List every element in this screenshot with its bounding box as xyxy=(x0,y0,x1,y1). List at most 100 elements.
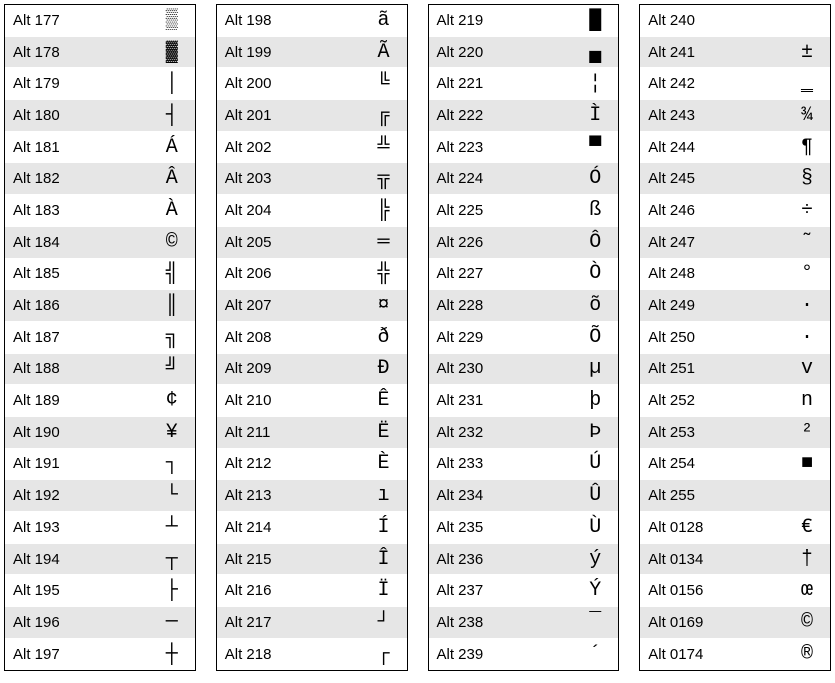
symbol-cell: ▒ xyxy=(149,9,195,32)
alt-code-label: Alt 210 xyxy=(217,392,361,409)
table-row: Alt 187╗ xyxy=(5,322,195,354)
table-row: Alt 241± xyxy=(640,37,830,69)
symbol-cell: ¾ xyxy=(784,104,830,127)
alt-code-label: Alt 207 xyxy=(217,297,361,314)
alt-code-table: Alt 177▒Alt 178▓Alt 179│Alt 180┤Alt 181Á… xyxy=(4,4,831,671)
symbol-cell: ╦ xyxy=(361,167,407,190)
symbol-cell: ▄ xyxy=(572,41,618,64)
alt-code-label: Alt 214 xyxy=(217,519,361,536)
symbol-cell: ╩ xyxy=(361,136,407,159)
alt-code-label: Alt 250 xyxy=(640,329,784,346)
symbol-cell: þ xyxy=(572,389,618,412)
alt-code-label: Alt 224 xyxy=(429,170,573,187)
alt-code-label: Alt 229 xyxy=(429,329,573,346)
alt-code-label: Alt 217 xyxy=(217,614,361,631)
symbol-cell: ÷ xyxy=(784,199,830,222)
symbol-cell: ¤ xyxy=(361,294,407,317)
table-row: Alt 226Ô xyxy=(429,227,619,259)
table-row: Alt 223▀ xyxy=(429,132,619,164)
symbol-cell: À xyxy=(149,199,195,222)
alt-code-label: Alt 236 xyxy=(429,551,573,568)
table-row: Alt 251v xyxy=(640,354,830,386)
table-row: Alt 198ã xyxy=(217,5,407,37)
symbol-cell: ® xyxy=(784,643,830,666)
alt-code-label: Alt 220 xyxy=(429,44,573,61)
alt-code-label: Alt 181 xyxy=(5,139,149,156)
table-row: Alt 0174® xyxy=(640,639,830,671)
table-row: Alt 248° xyxy=(640,259,830,291)
symbol-cell: ╗ xyxy=(149,326,195,349)
alt-code-label: Alt 218 xyxy=(217,646,361,663)
table-row: Alt 205═ xyxy=(217,227,407,259)
symbol-cell: Í xyxy=(361,516,407,539)
table-row: Alt 238¯ xyxy=(429,607,619,639)
table-row: Alt 189¢ xyxy=(5,385,195,417)
alt-code-label: Alt 205 xyxy=(217,234,361,251)
symbol-cell: µ xyxy=(572,357,618,380)
symbol-cell: ± xyxy=(784,41,830,64)
symbol-cell: ¢ xyxy=(149,389,195,412)
symbol-cell: Ù xyxy=(572,516,618,539)
alt-code-label: Alt 200 xyxy=(217,75,361,92)
symbol-cell: │ xyxy=(149,72,195,95)
symbol-cell: ║ xyxy=(149,294,195,317)
table-row: Alt 252n xyxy=(640,385,830,417)
alt-code-label: Alt 185 xyxy=(5,265,149,282)
alt-code-label: Alt 228 xyxy=(429,297,573,314)
symbol-cell: ß xyxy=(572,199,618,222)
alt-code-label: Alt 212 xyxy=(217,455,361,472)
table-row: Alt 191┐ xyxy=(5,449,195,481)
alt-code-label: Alt 253 xyxy=(640,424,784,441)
alt-code-label: Alt 0156 xyxy=(640,582,784,599)
alt-code-label: Alt 0174 xyxy=(640,646,784,663)
table-row: Alt 209Ð xyxy=(217,354,407,386)
alt-code-label: Alt 191 xyxy=(5,455,149,472)
alt-code-label: Alt 180 xyxy=(5,107,149,124)
alt-code-label: Alt 226 xyxy=(429,234,573,251)
symbol-cell: Â xyxy=(149,167,195,190)
alt-code-label: Alt 195 xyxy=(5,582,149,599)
alt-code-label: Alt 211 xyxy=(217,424,361,441)
table-row: Alt 182Â xyxy=(5,163,195,195)
table-row: Alt 193┴ xyxy=(5,512,195,544)
alt-code-label: Alt 234 xyxy=(429,487,573,504)
alt-code-label: Alt 227 xyxy=(429,265,573,282)
column-3: Alt 240Alt 241±Alt 242‗Alt 243¾Alt 244¶A… xyxy=(639,4,831,671)
table-row: Alt 202╩ xyxy=(217,132,407,164)
alt-code-label: Alt 248 xyxy=(640,265,784,282)
symbol-cell: ┐ xyxy=(149,452,195,475)
symbol-cell: ╚ xyxy=(361,72,407,95)
symbol-cell: Ó xyxy=(572,167,618,190)
alt-code-label: Alt 190 xyxy=(5,424,149,441)
table-row: Alt 211Ë xyxy=(217,417,407,449)
table-row: Alt 195├ xyxy=(5,575,195,607)
alt-code-label: Alt 183 xyxy=(5,202,149,219)
alt-code-label: Alt 240 xyxy=(640,12,784,29)
alt-code-label: Alt 223 xyxy=(429,139,573,156)
alt-code-label: Alt 182 xyxy=(5,170,149,187)
alt-code-label: Alt 255 xyxy=(640,487,784,504)
alt-code-label: Alt 231 xyxy=(429,392,573,409)
symbol-cell: € xyxy=(784,516,830,539)
alt-code-label: Alt 201 xyxy=(217,107,361,124)
table-row: Alt 229Õ xyxy=(429,322,619,354)
symbol-cell: ¶ xyxy=(784,136,830,159)
table-row: Alt 218┌ xyxy=(217,639,407,671)
alt-code-label: Alt 197 xyxy=(5,646,149,663)
symbol-cell: œ xyxy=(784,579,830,602)
symbol-cell: ╠ xyxy=(361,199,407,222)
column-2: Alt 219█Alt 220▄Alt 221¦Alt 222ÌAlt 223▀… xyxy=(428,4,620,671)
table-row: Alt 207¤ xyxy=(217,290,407,322)
table-row: Alt 253² xyxy=(640,417,830,449)
alt-code-label: Alt 202 xyxy=(217,139,361,156)
symbol-cell: Þ xyxy=(572,421,618,444)
symbol-cell: ╝ xyxy=(149,357,195,380)
symbol-cell: v xyxy=(784,357,830,380)
table-row: Alt 235Ù xyxy=(429,512,619,544)
alt-code-label: Alt 0134 xyxy=(640,551,784,568)
column-0: Alt 177▒Alt 178▓Alt 179│Alt 180┤Alt 181Á… xyxy=(4,4,196,671)
symbol-cell: ▓ xyxy=(149,41,195,64)
symbol-cell: ð xyxy=(361,326,407,349)
symbol-cell: Ð xyxy=(361,357,407,380)
column-1: Alt 198ãAlt 199ÃAlt 200╚Alt 201╔Alt 202╩… xyxy=(216,4,408,671)
